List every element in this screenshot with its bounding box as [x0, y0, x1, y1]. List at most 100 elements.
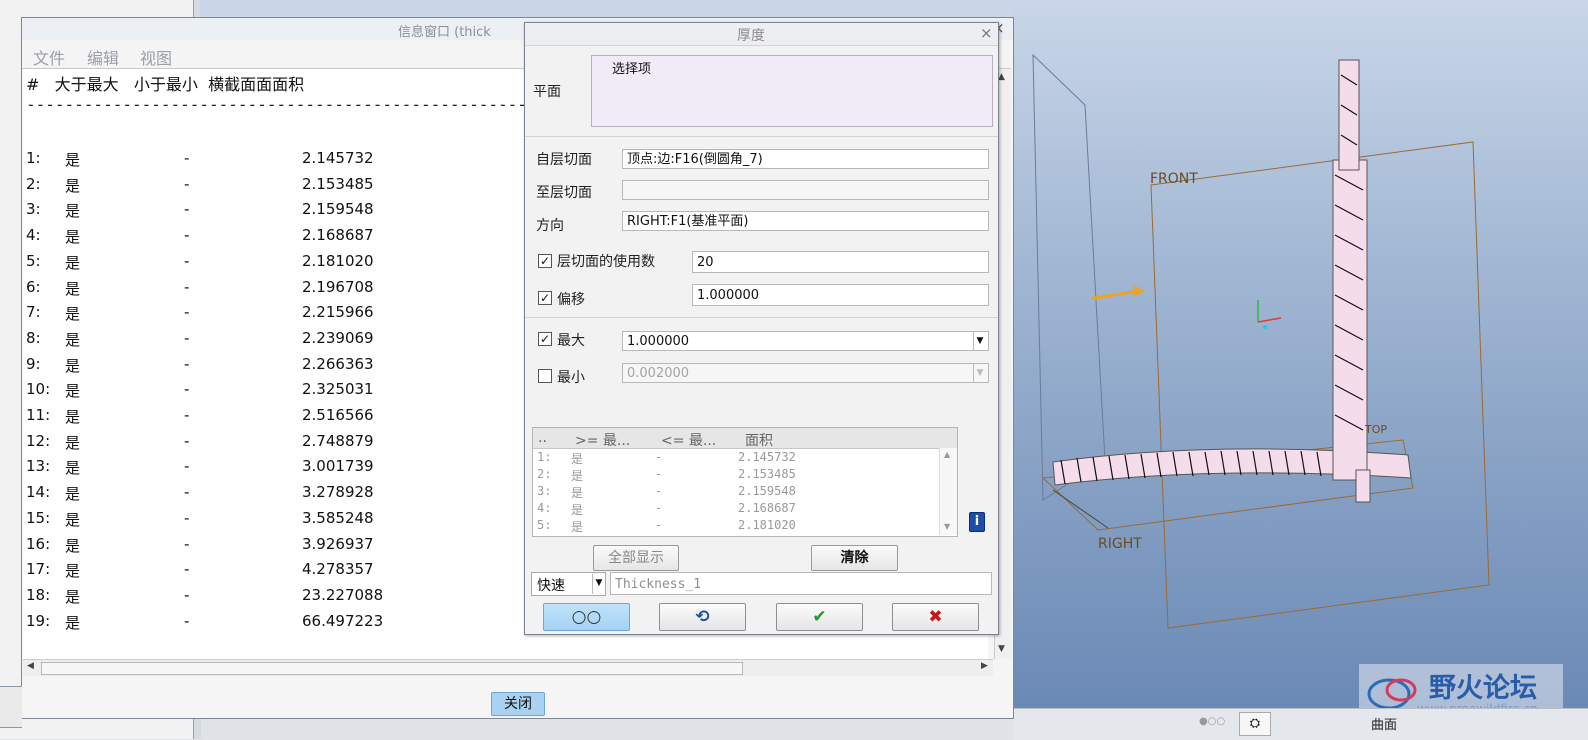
show-all-button[interactable]: 全部显示: [593, 545, 679, 571]
results-table[interactable]: .. >= 最... <= 最... 面积 1: 是 - 2.145732 2: 是 - 2.…: [532, 427, 958, 537]
row-less-than-min: -: [184, 380, 190, 399]
row-index: 10:: [26, 380, 51, 399]
max-value: 1.000000: [627, 334, 690, 349]
chevron-down-icon[interactable]: ▼: [592, 574, 605, 594]
cell-index: 2:: [537, 467, 552, 481]
slice-count-field[interactable]: 20: [692, 251, 989, 273]
row-area: 2.181020: [302, 251, 374, 270]
col-le-min[interactable]: <= 最...: [661, 430, 716, 450]
chevron-down-icon[interactable]: ▼: [973, 332, 986, 350]
mode-select[interactable]: 快速 ▼: [531, 572, 606, 596]
scroll-up-icon[interactable]: ▲: [998, 72, 1005, 82]
chevron-down-icon[interactable]: ▼: [973, 364, 986, 382]
min-value: 0.002000: [627, 366, 690, 381]
cell-ge-max: 是: [571, 486, 584, 500]
horizontal-scroll-thumb[interactable]: [41, 662, 743, 675]
refresh-icon[interactable]: ⟲: [659, 603, 746, 631]
row-area: 2.168687: [302, 226, 374, 245]
direction-label: 方向: [536, 218, 564, 234]
table-row[interactable]: 1: 是 - 2.145732: [533, 450, 938, 467]
row-less-than-min: -: [184, 534, 190, 553]
cell-le-min: -: [655, 484, 663, 498]
cell-index: 1:: [537, 450, 552, 464]
row-index: 13:: [26, 457, 51, 476]
row-greater-than-max: 是: [65, 202, 81, 221]
row-index: 2:: [26, 174, 41, 193]
row-index: 6:: [26, 277, 41, 296]
ok-check-icon[interactable]: ✔: [776, 603, 863, 631]
info-icon[interactable]: i: [969, 512, 985, 532]
table-row[interactable]: 4: 是 - 2.168687: [533, 501, 938, 518]
row-area: 23.227088: [302, 585, 384, 604]
scroll-up-icon[interactable]: ▲: [944, 450, 950, 459]
preview-glasses-icon[interactable]: ○○: [543, 603, 630, 631]
row-area: 66.497223: [302, 611, 384, 630]
max-checkbox[interactable]: ✓: [538, 332, 552, 346]
model-viewport[interactable]: FRONT RIGHT TOP 野火论坛 www.proewildfire.cn: [1013, 0, 1588, 720]
scroll-down-icon[interactable]: ▼: [944, 522, 950, 531]
slice-lines: [1060, 74, 1364, 485]
row-less-than-min: -: [184, 406, 190, 424]
scroll-down-icon[interactable]: ▼: [998, 644, 1005, 654]
col-index[interactable]: ..: [538, 430, 547, 446]
row-index: 4:: [26, 226, 41, 245]
filter-label[interactable]: 曲面: [1371, 714, 1397, 733]
direction-field[interactable]: RIGHT:F1(基准平面): [622, 211, 989, 231]
dialog-close-icon[interactable]: ×: [980, 24, 993, 42]
row-less-than-min: -: [184, 200, 190, 219]
feature-name-field[interactable]: Thickness_1: [610, 572, 992, 595]
offset-label: 偏移: [557, 292, 585, 308]
clear-button[interactable]: 清除: [811, 545, 898, 571]
from-slice-field[interactable]: 顶点:边:F16(倒圆角_7): [622, 149, 989, 169]
row-area: 2.239069: [302, 328, 374, 347]
right-plane-label: RIGHT: [1098, 536, 1142, 552]
slice-count-checkbox[interactable]: ✓: [538, 254, 552, 268]
row-greater-than-max: 是: [65, 279, 81, 298]
binoculars-icon[interactable]: ⛭: [1239, 712, 1271, 736]
close-button[interactable]: 关闭: [491, 692, 545, 716]
min-label: 最小: [557, 370, 585, 386]
row-index: 1:: [26, 149, 41, 167]
results-table-header: .. >= 最... <= 最... 面积: [533, 428, 957, 449]
row-area: 2.748879: [302, 431, 374, 450]
cell-index: 3:: [537, 484, 552, 498]
row-less-than-min: -: [184, 611, 190, 630]
table-row[interactable]: 5: 是 - 2.181020: [533, 518, 938, 535]
table-row[interactable]: 2: 是 - 2.153485: [533, 467, 938, 484]
to-slice-field[interactable]: [622, 180, 989, 200]
offset-checkbox[interactable]: ✓: [538, 291, 552, 305]
triad-z: [1263, 325, 1267, 329]
plane-collector[interactable]: 选择项: [591, 55, 993, 127]
col-area[interactable]: 面积: [745, 430, 773, 450]
menu-view[interactable]: 视图: [140, 45, 172, 69]
dialog-titlebar: 厚度 ×: [525, 23, 998, 46]
row-greater-than-max: 是: [65, 587, 81, 606]
max-field[interactable]: 1.000000 ▼: [622, 331, 989, 351]
axis-line: [1052, 489, 1109, 529]
row-less-than-min: -: [184, 354, 190, 373]
cancel-x-icon[interactable]: ✖: [892, 603, 979, 631]
scroll-left-icon[interactable]: ◀: [27, 661, 34, 671]
col-ge-max[interactable]: >= 最...: [575, 430, 630, 450]
row-less-than-min: -: [184, 585, 190, 604]
offset-field[interactable]: 1.000000: [692, 284, 989, 306]
plane-collector-value: 选择项: [612, 62, 652, 77]
row-area: 3.926937: [302, 534, 374, 553]
row-greater-than-max: 是: [65, 408, 81, 426]
menu-edit[interactable]: 编辑: [87, 45, 119, 69]
row-area: 4.278357: [302, 560, 374, 579]
results-table-scrollbar[interactable]: ▲ ▼: [939, 448, 957, 535]
menu-file[interactable]: 文件: [33, 45, 65, 69]
row-index: 18:: [26, 585, 51, 604]
row-less-than-min: -: [184, 226, 190, 245]
table-row[interactable]: 3: 是 - 2.159548: [533, 484, 938, 501]
row-area: 2.516566: [302, 406, 374, 424]
row-index: 8:: [26, 328, 41, 347]
row-greater-than-max: 是: [65, 305, 81, 324]
min-checkbox[interactable]: [538, 369, 552, 383]
row-area: 2.196708: [302, 277, 374, 296]
info-horizontal-scrollbar[interactable]: ◀ ▶: [23, 659, 993, 676]
scroll-right-icon[interactable]: ▶: [981, 661, 988, 671]
info-separator: ----------------------------------------…: [26, 95, 526, 114]
min-field[interactable]: 0.002000 ▼: [622, 363, 989, 383]
